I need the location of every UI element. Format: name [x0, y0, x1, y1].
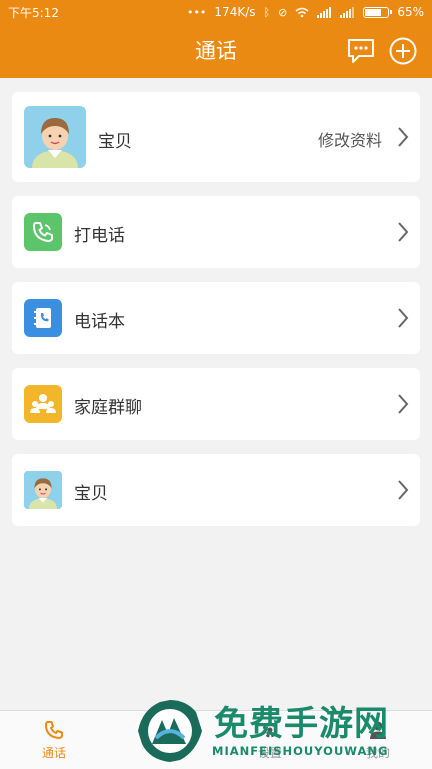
- phone-icon: [24, 213, 62, 251]
- watermark: 免费手游网 MIANFEISHOUYOUWANG: [134, 694, 432, 768]
- avatar: [24, 106, 86, 168]
- net-speed: 174K/s: [214, 5, 256, 19]
- signal-icon-2: [340, 6, 355, 18]
- chevron-right-icon: [398, 308, 409, 328]
- app-bar: 通话: [0, 24, 432, 78]
- edit-profile-link[interactable]: 修改资料: [318, 127, 382, 151]
- baby-contact-item[interactable]: 宝贝: [12, 454, 420, 526]
- tab-call-label: 通话: [41, 746, 66, 760]
- profile-card[interactable]: 宝贝 修改资料: [12, 92, 420, 182]
- chevron-right-icon: [398, 222, 409, 242]
- status-icons: ••• 174K/s ᛒ ⊘ 65%: [187, 5, 424, 19]
- tab-call[interactable]: 通话: [0, 711, 108, 769]
- watermark-subtext: MIANFEISHOUYOUWANG: [212, 744, 389, 758]
- phonebook-item[interactable]: 电话本: [12, 282, 420, 354]
- family-chat-item[interactable]: 家庭群聊: [12, 368, 420, 440]
- chevron-right-icon: [398, 480, 409, 500]
- profile-name: 宝贝: [98, 132, 132, 152]
- call-label: 打电话: [74, 226, 125, 246]
- wifi-icon: [295, 7, 309, 17]
- status-time: 下午5:12: [8, 5, 59, 20]
- bluetooth-icon: ᛒ: [263, 5, 271, 19]
- dots-icon: •••: [186, 5, 207, 19]
- call-item[interactable]: 打电话: [12, 196, 420, 268]
- chat-icon[interactable]: [346, 36, 376, 66]
- battery-icon: [363, 6, 393, 18]
- battery-percent: 65%: [397, 5, 424, 19]
- family-group-icon: [24, 385, 62, 423]
- family-chat-label: 家庭群聊: [74, 398, 142, 418]
- phonebook-label: 电话本: [74, 312, 125, 332]
- add-icon[interactable]: [388, 36, 418, 66]
- status-bar: 下午5:12 ••• 174K/s ᛒ ⊘ 65%: [0, 0, 432, 24]
- watermark-text: 免费手游网: [214, 704, 389, 744]
- signal-icon: [317, 6, 332, 18]
- mute-icon: ⊘: [278, 5, 288, 19]
- baby-label: 宝贝: [74, 484, 108, 504]
- baby-avatar: [24, 471, 62, 509]
- phonebook-icon: [24, 299, 62, 337]
- phone-tab-icon: [45, 721, 63, 739]
- chevron-right-icon: [398, 394, 409, 414]
- watermark-logo: [138, 700, 202, 762]
- chevron-right-icon: [398, 127, 409, 147]
